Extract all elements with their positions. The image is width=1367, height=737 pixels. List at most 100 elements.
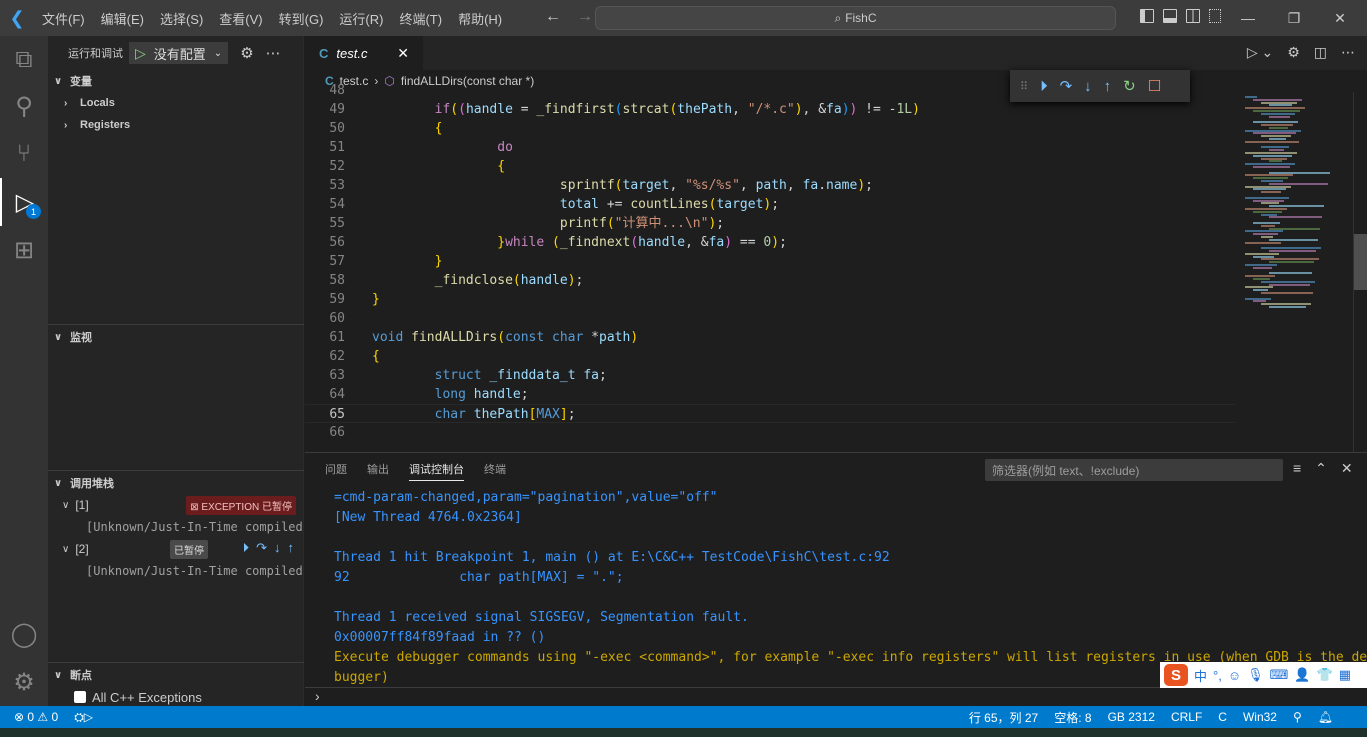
step-out-icon[interactable]: ↑ — [288, 540, 295, 556]
step-into-icon[interactable]: ↓ — [1084, 78, 1092, 95]
back-arrow-icon[interactable]: ← — [545, 8, 561, 26]
skin-icon[interactable]: 👕 — [1317, 667, 1333, 683]
tab-debug-console[interactable]: 调试控制台 — [399, 453, 474, 485]
restart-icon[interactable]: ↻ — [1123, 77, 1136, 95]
keyboard-icon[interactable]: ⌨ — [1270, 667, 1289, 683]
indentation[interactable]: 空格: 8 — [1054, 709, 1091, 726]
tab-test-c[interactable]: C test.c ✕ — [305, 36, 423, 70]
line-number[interactable]: 63 — [305, 366, 351, 385]
minimap[interactable] — [1235, 92, 1353, 452]
line-number[interactable]: 64 — [305, 385, 351, 404]
end-of-line[interactable]: CRLF — [1171, 710, 1202, 724]
code-line[interactable]: 51 do — [305, 138, 1235, 157]
user-icon[interactable]: 👤 — [1294, 667, 1310, 683]
code-line[interactable]: 65 char thePath[MAX]; — [305, 404, 1235, 423]
close-tab-icon[interactable]: ✕ — [397, 45, 409, 62]
code-line[interactable]: 60 — [305, 309, 1235, 328]
account-icon[interactable]: ◯ — [0, 610, 48, 658]
close-window-button[interactable]: ✕ — [1317, 0, 1363, 36]
gear-icon[interactable]: ⚙ — [240, 44, 253, 62]
menu-selection[interactable]: 选择(S) — [152, 9, 211, 28]
line-number[interactable]: 52 — [305, 157, 351, 176]
more-actions-icon[interactable]: ⋯ — [266, 44, 281, 62]
search-icon[interactable]: ⚲ — [0, 82, 48, 130]
feedback-icon[interactable]: ⚲ — [1293, 710, 1302, 724]
debug-config-select[interactable]: ▷ 没有配置 ⌄ — [129, 42, 229, 64]
continue-icon[interactable]: ⏵ — [1040, 78, 1048, 95]
line-number[interactable]: 53 — [305, 176, 351, 195]
stop-icon[interactable]: ☐ — [1148, 77, 1161, 95]
extensions-icon[interactable]: ⊞ — [0, 226, 48, 274]
code-editor[interactable]: 48 49 if((handle = _findfirst(strcat(theP… — [305, 81, 1235, 441]
toolbox-icon[interactable]: ▦ — [1339, 667, 1351, 683]
stack-frame[interactable]: [Unknown/Just-In-Time compiled — [48, 516, 304, 538]
tab-terminal[interactable]: 终端 — [474, 453, 516, 485]
drag-handle-icon[interactable]: ⠿ — [1020, 80, 1028, 93]
maximize-panel-icon[interactable]: ⌃ — [1315, 460, 1327, 477]
platform[interactable]: Win32 — [1243, 710, 1277, 724]
toggle-secondary-sidebar-icon[interactable] — [1186, 9, 1200, 23]
repl-input[interactable]: › — [305, 687, 1367, 707]
code-line[interactable]: 66 — [305, 423, 1235, 441]
line-number[interactable]: 48 — [305, 81, 351, 100]
thread-row[interactable]: ∨ [1] ⊠ EXCEPTION 已暂停 — [48, 494, 304, 516]
code-line[interactable]: 55 printf("计算中...\n"); — [305, 214, 1235, 233]
line-number[interactable]: 49 — [305, 100, 351, 119]
code-line[interactable]: 50 { — [305, 119, 1235, 138]
code-line[interactable]: 63 struct _finddata_t fa; — [305, 366, 1235, 385]
line-number[interactable]: 54 — [305, 195, 351, 214]
forward-arrow-icon[interactable]: → — [577, 8, 593, 26]
menu-edit[interactable]: 编辑(E) — [93, 9, 152, 28]
ime-mode[interactable]: 中 — [1194, 666, 1207, 685]
code-line[interactable]: 57 } — [305, 252, 1235, 271]
line-number[interactable]: 50 — [305, 119, 351, 138]
start-debug-icon[interactable]: ▷ — [135, 45, 146, 62]
line-number[interactable]: 65 — [305, 405, 351, 422]
line-number[interactable]: 57 — [305, 252, 351, 271]
watch-section-header[interactable]: ∨ 监视 — [48, 326, 304, 348]
line-number[interactable]: 61 — [305, 328, 351, 347]
minimize-button[interactable]: — — [1225, 0, 1271, 36]
line-number[interactable]: 62 — [305, 347, 351, 366]
line-number[interactable]: 51 — [305, 138, 351, 157]
line-number[interactable]: 60 — [305, 309, 351, 328]
close-panel-icon[interactable]: ✕ — [1341, 460, 1353, 477]
stack-frame[interactable]: [Unknown/Just-In-Time compiled — [48, 560, 304, 582]
run-debug-icon[interactable]: ▷ 1 — [0, 178, 48, 226]
line-number[interactable]: 58 — [305, 271, 351, 290]
line-number[interactable]: 56 — [305, 233, 351, 252]
gear-icon[interactable]: ⚙ — [1287, 44, 1300, 61]
thread-row[interactable]: ∨ [2] 已暂停 ⏵ ↷ ↓ ↑ — [48, 538, 304, 560]
step-out-icon[interactable]: ↑ — [1104, 78, 1112, 95]
sogou-logo-icon[interactable]: S — [1164, 664, 1188, 686]
callstack-section-header[interactable]: ∨ 调用堆栈 — [48, 472, 304, 494]
toggle-primary-sidebar-icon[interactable] — [1140, 9, 1154, 23]
variables-registers[interactable]: › Registers — [48, 114, 303, 136]
menu-file[interactable]: 文件(F) — [34, 9, 93, 28]
notifications-bell-icon[interactable]: 🔔︎ — [1318, 710, 1333, 724]
menu-terminal[interactable]: 终端(T) — [391, 9, 450, 28]
toggle-panel-icon[interactable] — [1163, 9, 1177, 23]
manage-gear-icon[interactable]: ⚙ — [0, 658, 48, 706]
microphone-icon[interactable]: 🎙 — [1247, 667, 1264, 683]
code-line[interactable]: 61 void findALLDirs(const char *path) — [305, 328, 1235, 347]
debug-status-icon[interactable]: ⛭▷ — [74, 710, 93, 725]
restore-button[interactable]: ❐ — [1271, 0, 1317, 36]
clear-console-icon[interactable]: ≡ — [1293, 460, 1301, 477]
menu-run[interactable]: 运行(R) — [331, 9, 391, 28]
variables-section-header[interactable]: ∨ 变量 — [48, 70, 303, 92]
ime-punctuation[interactable]: °, — [1213, 668, 1222, 683]
code-line[interactable]: 49 if((handle = _findfirst(strcat(thePat… — [305, 100, 1235, 119]
code-line[interactable]: 62 { — [305, 347, 1235, 366]
tab-output[interactable]: 输出 — [357, 453, 399, 485]
step-over-icon[interactable]: ↷ — [1060, 77, 1073, 95]
line-number[interactable]: 66 — [305, 423, 351, 441]
customize-layout-icon[interactable] — [1209, 9, 1221, 23]
code-line[interactable]: 53 sprintf(target, "%s/%s", path, fa.nam… — [305, 176, 1235, 195]
code-line[interactable]: 59} — [305, 290, 1235, 309]
run-file-icon[interactable]: ▷ ⌄ — [1247, 44, 1273, 61]
breakpoints-section-header[interactable]: ∨ 断点 — [48, 664, 304, 686]
console-filter-input[interactable]: 筛选器(例如 text、!exclude) — [985, 459, 1283, 481]
more-actions-icon[interactable]: ⋯ — [1341, 44, 1355, 61]
code-line[interactable]: 58 _findclose(handle); — [305, 271, 1235, 290]
